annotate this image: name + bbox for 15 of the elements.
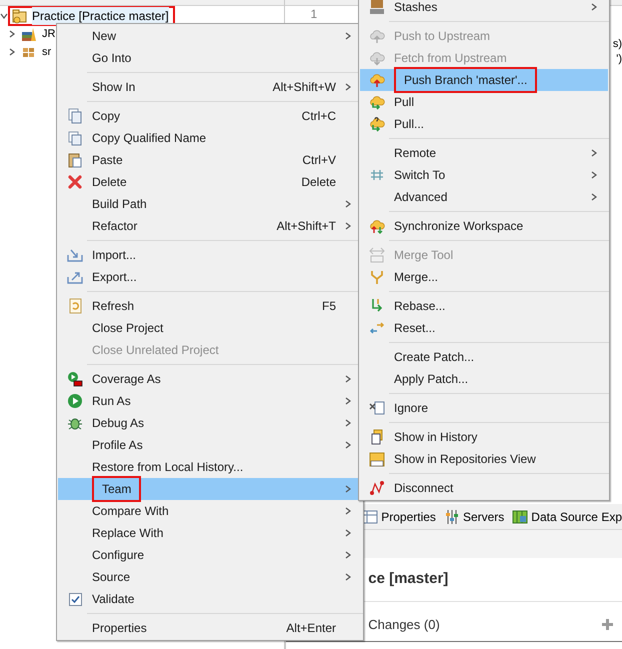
tree-label: Practice [Practice master] — [32, 7, 169, 25]
code-text: ') — [616, 52, 622, 67]
shortcut-text: F5 — [322, 298, 336, 315]
shortcut-text: Ctrl+C — [302, 108, 336, 125]
shortcut-text: Alt+Enter — [286, 620, 336, 637]
tree-label: JR — [42, 26, 56, 42]
shortcut-text: Ctrl+V — [302, 152, 336, 169]
panel-title: ce [master] — [368, 569, 448, 590]
line-number: 1 — [310, 7, 318, 22]
shortcut-text: Alt+Shift+W — [272, 79, 336, 96]
section-title: Changes (0) — [368, 616, 440, 634]
shortcut-text: Alt+Shift+T — [276, 218, 336, 235]
tree-label: sr — [42, 44, 52, 60]
code-text: s) — [612, 37, 622, 52]
shortcut-text: Delete — [301, 174, 336, 191]
